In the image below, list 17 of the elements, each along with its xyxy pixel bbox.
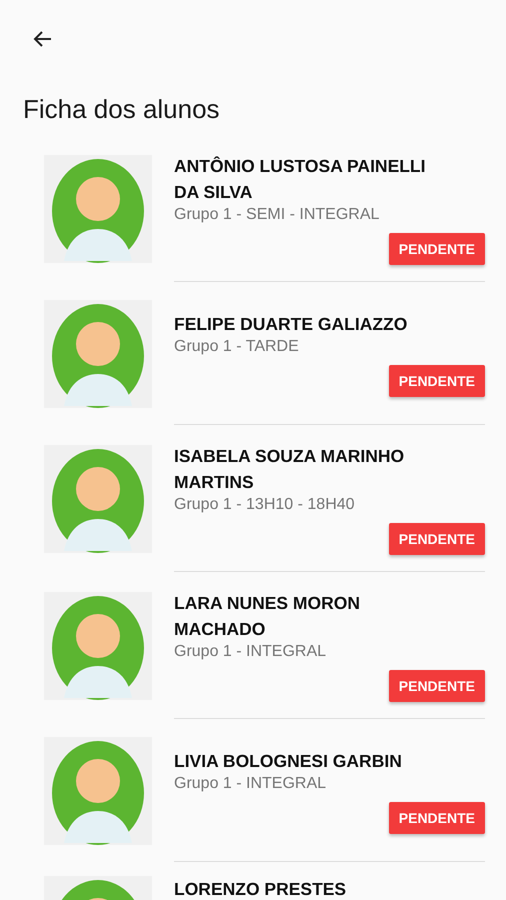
student-group: Grupo 1 - INTEGRAL	[174, 774, 485, 794]
student-name: LORENZO PRESTES	[174, 878, 348, 900]
student-name: LIVIA BOLOGNESI GARBIN	[174, 750, 403, 774]
page-title: Ficha dos alunos	[23, 94, 221, 126]
status-button[interactable]: PENDENTE	[388, 365, 485, 398]
status-button[interactable]: PENDENTE	[388, 670, 485, 702]
student-group: Grupo 1 - 13H10 - 18H40	[174, 495, 485, 516]
student-group: Grupo 1 - TARDE	[174, 337, 485, 358]
student-group: Grupo 1 - INTEGRAL	[174, 642, 485, 662]
student-name: FELIPE DUARTE GALIAZZO	[174, 313, 408, 336]
student-name: ISABELA SOUZA MARINHO MARTINS	[174, 445, 406, 494]
status-button[interactable]: PENDENTE	[388, 523, 485, 556]
student-name: ANTÔNIO LUSTOSA PAINELLI DA SILVA	[174, 155, 426, 204]
status-button[interactable]: PENDENTE	[388, 802, 485, 834]
student-name: LARA NUNES MORON MACHADO	[174, 592, 362, 642]
status-button[interactable]: PENDENTE	[388, 233, 485, 266]
student-group: Grupo 1 - SEMI - INTEGRAL	[174, 205, 485, 226]
